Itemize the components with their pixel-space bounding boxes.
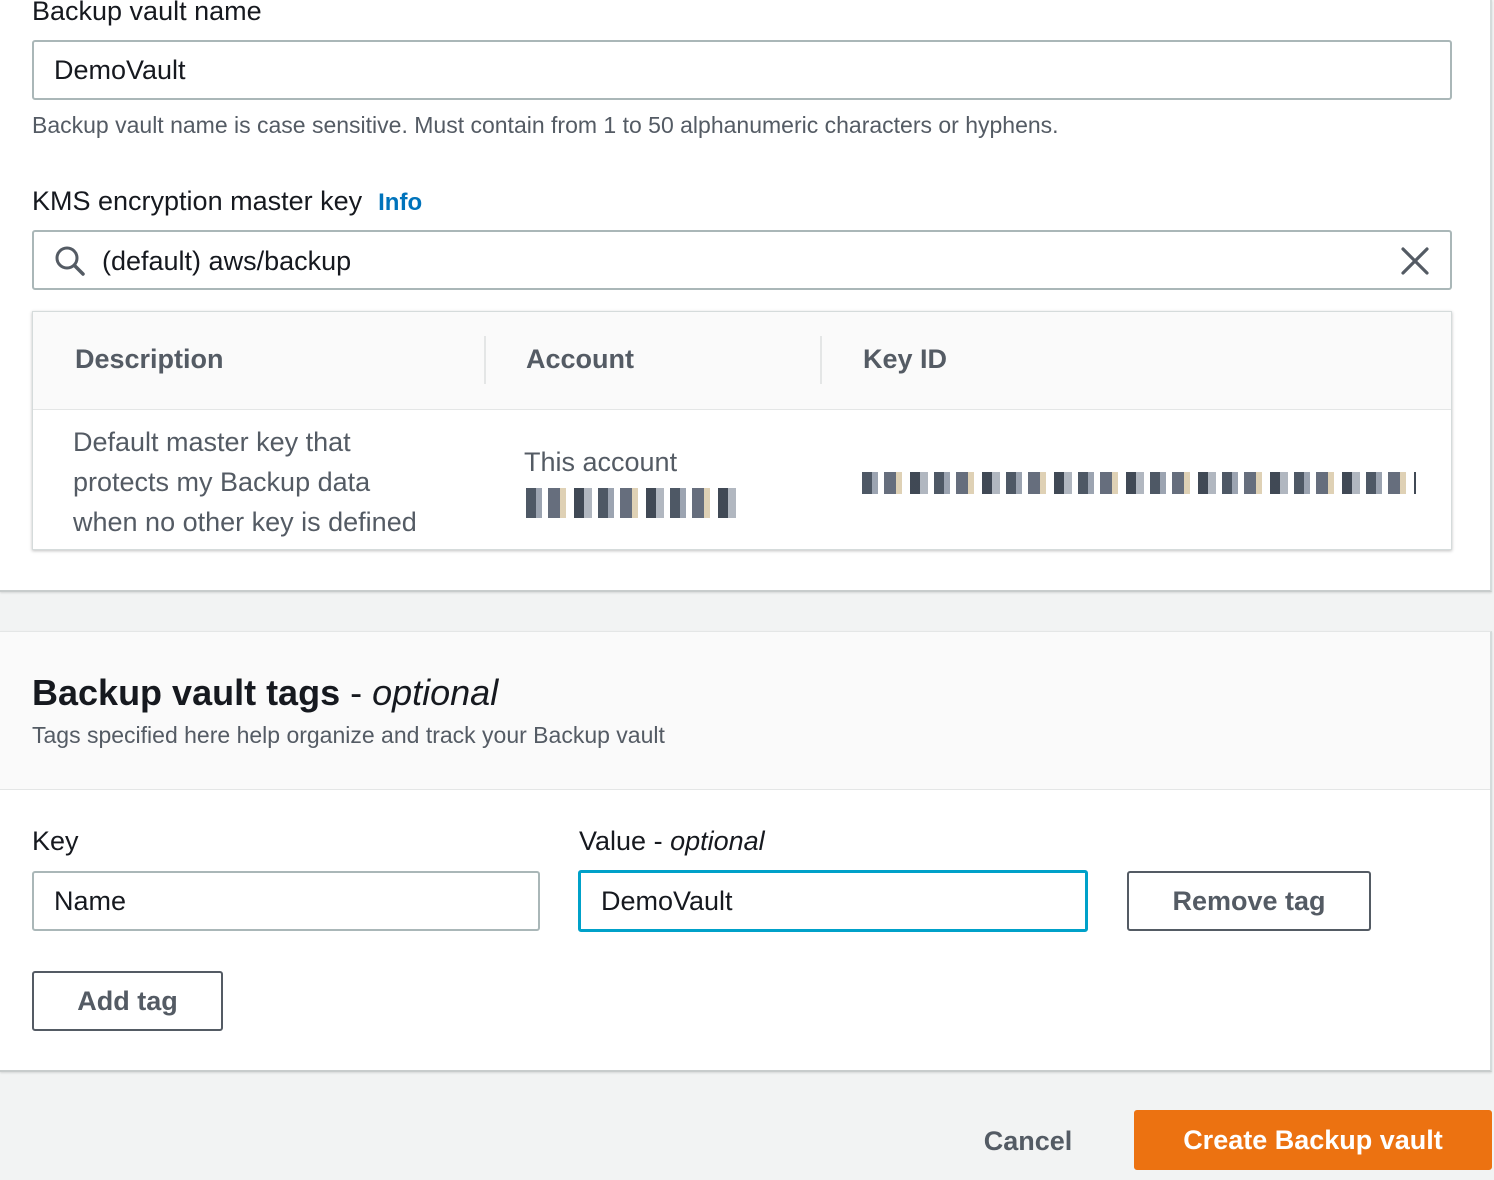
search-icon (55, 246, 85, 276)
tag-value-input[interactable] (578, 870, 1088, 932)
kms-key-label-text: KMS encryption master key (32, 186, 363, 216)
tags-description: Tags specified here help organize and tr… (32, 722, 665, 748)
vault-tags-panel: Backup vault tags - optional Tags specif… (0, 631, 1492, 1072)
description-line: protects my Backup data (73, 467, 371, 497)
redacted-account-id (526, 488, 736, 518)
create-backup-vault-button[interactable]: Create Backup vault (1134, 1110, 1492, 1170)
tag-key-label: Key (32, 826, 79, 856)
tags-title: Backup vault tags - optional (32, 672, 498, 714)
cancel-button[interactable]: Cancel (970, 1111, 1086, 1171)
kms-key-select[interactable]: (default) aws/backup (32, 230, 1452, 290)
kms-key-table-header: Description Account Key ID (33, 312, 1451, 410)
tags-title-optional: optional (372, 672, 499, 713)
tag-value-label-dash: - (646, 826, 671, 856)
tags-header: Backup vault tags - optional Tags specif… (0, 632, 1490, 790)
tag-value-label-optional: optional (670, 826, 765, 856)
column-divider (820, 336, 822, 384)
description-line: Default master key that (73, 427, 351, 457)
kms-key-value: (default) aws/backup (102, 246, 352, 276)
table-row-description: Default master key that protects my Back… (73, 422, 417, 542)
tag-value-label-text: Value (579, 826, 647, 856)
close-icon[interactable] (1400, 246, 1430, 276)
kms-key-label: KMS encryption master key Info (32, 186, 422, 217)
column-header-key-id: Key ID (863, 344, 948, 374)
table-row-account: This account (524, 447, 678, 477)
vault-details-panel: Backup vault name Backup vault name is c… (0, 0, 1492, 592)
tag-value-label: Value - optional (579, 826, 765, 857)
tag-key-input[interactable] (32, 871, 540, 931)
kms-key-table: Description Account Key ID Default maste… (32, 311, 1452, 550)
tags-title-dash: - (340, 672, 373, 713)
remove-tag-button[interactable]: Remove tag (1127, 871, 1371, 931)
vault-name-input[interactable] (32, 40, 1452, 100)
tags-title-text: Backup vault tags (32, 672, 341, 713)
kms-info-link[interactable]: Info (378, 189, 422, 216)
column-header-description: Description (75, 344, 224, 374)
column-header-account: Account (526, 344, 634, 374)
add-tag-button[interactable]: Add tag (32, 971, 223, 1031)
vault-name-help: Backup vault name is case sensitive. Mus… (32, 112, 1059, 138)
column-divider (484, 336, 486, 384)
description-line: when no other key is defined (73, 507, 417, 537)
redacted-key-id (862, 472, 1416, 494)
vault-name-label: Backup vault name (32, 0, 262, 26)
